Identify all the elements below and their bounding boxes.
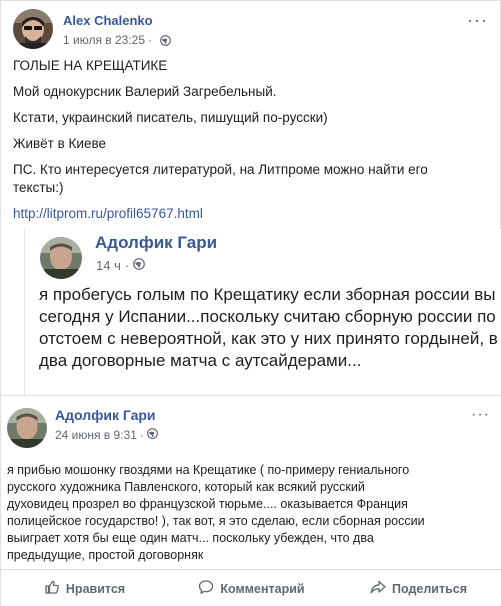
screenshot2-line: предыдущие, простой договорняк (7, 548, 204, 562)
post-line: ПС. Кто интересуется литературой, на Лит… (13, 162, 428, 195)
action-bar: Нравится Комментарий Поделиться (1, 569, 501, 606)
post-line-title: ГОЛЫЕ НА КРЕЩАТИКЕ (13, 58, 168, 73)
screenshot1-line: два договорные матча с аутсайдерами... (39, 351, 362, 370)
screenshot2-author: Адолфик Гари (55, 407, 156, 423)
screenshot1-line: отстоем с невероятной, как это у них при… (39, 329, 498, 348)
meta-dot: · (148, 33, 153, 47)
screenshot2-meta: 24 июня в 9:31 · (55, 428, 158, 442)
facebook-post: Alex Chalenko 1 июля в 23:25 · ··· ГОЛЫЕ… (0, 0, 501, 606)
globe-icon[interactable] (160, 34, 171, 46)
ellipsis-icon[interactable]: ··· (467, 11, 488, 29)
screenshot1-line: сегодня у Испании...поскольку считаю сбо… (39, 307, 496, 326)
screenshot1-timestamp: 14 ч (96, 258, 121, 273)
share-label: Поделиться (391, 581, 468, 596)
post-header: Alex Chalenko 1 июля в 23:25 · (13, 9, 171, 49)
post-timestamp[interactable]: 1 июля в 23:25 (63, 33, 145, 47)
comment-button[interactable]: Комментарий (168, 579, 335, 598)
screenshot2-line: полицейское государство! ), так вот, я э… (7, 514, 425, 528)
comment-label: Комментарий (220, 581, 305, 596)
like-button[interactable]: Нравится (1, 579, 168, 598)
screenshot2-line: я прибью мошонку гвоздями на Крещатике (… (7, 463, 410, 477)
post-body: ГОЛЫЕ НА КРЕЩАТИКЕ Мой однокурсник Валер… (13, 57, 483, 231)
meta-dot: · (124, 258, 130, 273)
screenshot2-line: русского художника Павленского, который … (7, 480, 365, 494)
screenshot1-avatar (40, 237, 82, 279)
author-avatar[interactable] (13, 9, 53, 49)
ellipsis-icon: ··· (471, 406, 490, 423)
embedded-screenshot-1: Адолфик Гари 14 ч · я пробегусь голым по… (24, 229, 501, 395)
screenshot1-line: я пробегусь голым по Крещатику если збор… (39, 285, 496, 304)
post-meta: 1 июля в 23:25 · (63, 33, 171, 47)
screenshot1-author: Адолфик Гари (95, 233, 218, 252)
globe-icon (147, 428, 158, 442)
meta-dot: · (139, 428, 144, 442)
screenshot2-line: духовидец прозрел во французской тюрьме.… (7, 497, 408, 511)
author-block: Alex Chalenko 1 июля в 23:25 · (63, 9, 171, 49)
screenshot1-text: я пробегусь голым по Крещатику если збор… (39, 284, 501, 372)
author-name[interactable]: Alex Chalenko (63, 13, 171, 28)
screenshot2-text: я прибью мошонку гвоздями на Крещатике (… (7, 462, 497, 564)
comment-icon (198, 579, 220, 598)
post-line: Мой однокурсник Валерий Загребельный. (13, 84, 277, 99)
globe-icon (133, 258, 146, 273)
post-line: Кстати, украинский писатель, пишущий по-… (13, 110, 328, 125)
profile-link[interactable]: http://litprom.ru/profil65767.html (13, 206, 203, 221)
screenshot2-avatar (7, 408, 47, 448)
screenshot2-timestamp: 24 июня в 9:31 (55, 428, 137, 442)
post-line: Живёт в Киеве (13, 136, 106, 151)
share-button[interactable]: Поделиться (335, 579, 501, 598)
screenshot1-meta: 14 ч · (96, 258, 146, 273)
thumbs-up-icon (44, 579, 66, 598)
embedded-screenshot-2: Адолфик Гари 24 июня в 9:31 · ··· я приб… (1, 395, 501, 569)
like-label: Нравится (65, 581, 126, 596)
share-icon (370, 579, 392, 598)
screenshot2-line: выиграет хотя бы еще один матч... поскол… (7, 531, 374, 545)
